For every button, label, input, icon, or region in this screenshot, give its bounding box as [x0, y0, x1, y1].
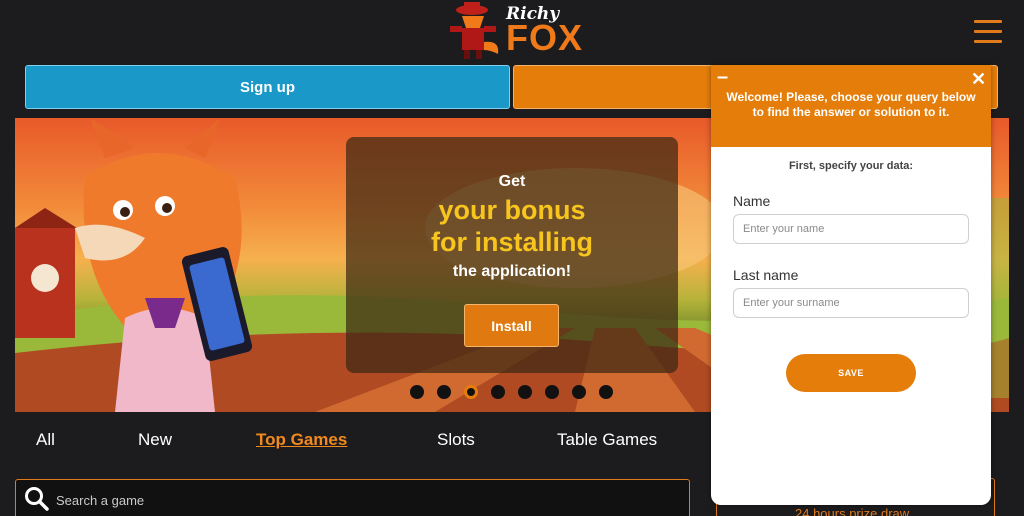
lastname-label: Last name [733, 267, 799, 283]
menu-bar [974, 20, 1002, 23]
menu-bar [974, 30, 1002, 33]
slider-dot[interactable] [572, 385, 586, 399]
site-header: Richy FOX [0, 0, 1024, 64]
tab-slots[interactable]: Slots [437, 430, 475, 450]
game-search-bar [15, 479, 690, 516]
name-field[interactable] [733, 214, 969, 244]
name-label: Name [733, 193, 771, 209]
richy-fox-logo[interactable]: Richy FOX [444, 2, 584, 60]
support-chat-popup: – ✕ Welcome! Please, choose your query b… [711, 65, 991, 505]
search-input[interactable] [56, 488, 656, 512]
popup-header: – ✕ Welcome! Please, choose your query b… [711, 65, 991, 147]
menu-bar [974, 40, 1002, 43]
promo-get-text: Get [498, 173, 526, 190]
tab-all[interactable]: All [36, 430, 55, 450]
popup-subtitle: First, specify your data: [788, 160, 914, 172]
lastname-field[interactable] [733, 288, 969, 318]
promo-headline-2: for installing [431, 227, 593, 257]
install-promo-box: Get your bonus for installing the applic… [346, 137, 678, 373]
slider-dot-active[interactable] [464, 385, 478, 399]
minimize-icon[interactable]: – [717, 66, 728, 89]
save-button[interactable]: SAVE [786, 354, 916, 392]
install-button[interactable]: Install [464, 304, 559, 347]
tab-top-games[interactable]: Top Games [256, 430, 347, 450]
slider-dot[interactable] [491, 385, 505, 399]
slider-dot[interactable] [518, 385, 532, 399]
slider-dot[interactable] [410, 385, 424, 399]
slider-dot[interactable] [599, 385, 613, 399]
hamburger-menu-icon[interactable] [974, 20, 1002, 48]
close-icon[interactable]: ✕ [971, 69, 986, 90]
signup-button[interactable]: Sign up [25, 65, 510, 109]
game-category-tabs: All New Top Games Slots Table Games [0, 430, 700, 458]
prize-draw-label: 24 hours prize draw [795, 506, 910, 516]
popup-welcome-text: Welcome! Please, choose your query below… [726, 90, 976, 119]
slider-dot[interactable] [545, 385, 559, 399]
tab-table-games[interactable]: Table Games [557, 430, 657, 450]
slider-dots [410, 385, 613, 399]
promo-subline: the application! [452, 263, 572, 280]
tab-new[interactable]: New [138, 430, 172, 450]
search-icon[interactable] [24, 486, 50, 512]
fox-mascot-logo-icon [450, 2, 499, 59]
slider-dot[interactable] [437, 385, 451, 399]
promo-headline-1: your bonus [438, 195, 586, 225]
logo-text-fox: FOX [506, 17, 584, 58]
